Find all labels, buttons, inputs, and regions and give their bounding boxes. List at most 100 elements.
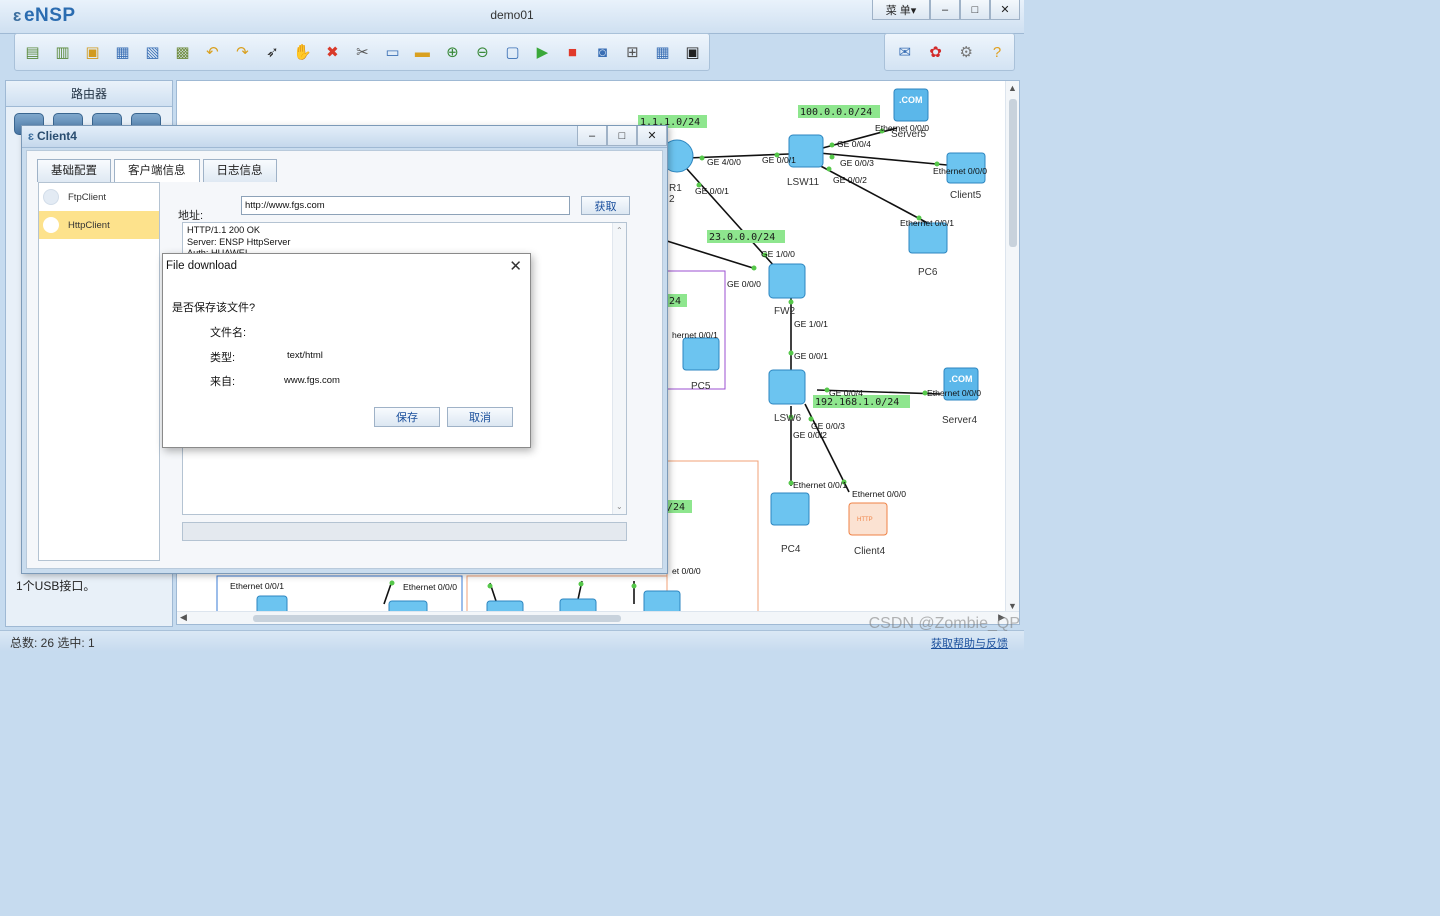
maximize-button[interactable]: □ (607, 126, 637, 146)
address-label: 地址: (178, 210, 204, 222)
fetch-button[interactable]: 获取 (581, 196, 630, 215)
help-icon[interactable]: ? (983, 38, 1011, 66)
response-scrollbar[interactable]: ⌃ ⌄ (612, 223, 626, 514)
scroll-left-icon[interactable]: ◀ (180, 612, 187, 623)
list-item-httpclient[interactable]: HttpClient (39, 211, 159, 239)
client4-titlebar[interactable]: ɛ Client4 – □ ✕ (22, 126, 667, 148)
undo-icon[interactable]: ↶ (199, 38, 226, 66)
svg-text:GE 0/0/4: GE 0/0/4 (829, 388, 863, 398)
minimize-button[interactable]: – (930, 0, 960, 20)
device-label: PC6 (918, 267, 938, 278)
pc4-device (770, 492, 810, 526)
pc5-device (682, 337, 720, 371)
delete-icon[interactable]: ✖ (319, 38, 346, 66)
huawei-icon[interactable]: ✿ (922, 38, 950, 66)
from-label: 来自: (210, 376, 236, 388)
zone-box-orange (666, 460, 759, 622)
terminal-icon[interactable]: ▣ (679, 38, 706, 66)
device-label: Client5 (950, 190, 982, 201)
help-feedback-link[interactable]: 获取帮助与反馈 (931, 635, 1008, 651)
scroll-thumb[interactable] (253, 615, 621, 622)
device-label: Client4 (854, 546, 886, 557)
client-type-list: FtpClient HttpClient (38, 182, 160, 561)
lsw6-device (768, 369, 806, 405)
select-pointer-icon[interactable]: ➶ (259, 38, 286, 66)
server5-device: .COM (893, 88, 929, 122)
save-button[interactable]: 保存 (374, 407, 440, 427)
tab-basic-config[interactable]: 基础配置 (37, 159, 111, 182)
from-value: www.fgs.com (284, 375, 340, 386)
tab-client-info[interactable]: 客户端信息 (114, 159, 200, 182)
svg-text:GE 0/0/4: GE 0/0/4 (837, 139, 871, 149)
svg-text:GE 0/0/0: GE 0/0/0 (727, 279, 761, 289)
svg-text:GE 1/0/0: GE 1/0/0 (761, 249, 795, 259)
network-label: 24 (669, 296, 681, 307)
scroll-up-icon[interactable]: ⌃ (616, 225, 623, 237)
settings-icon[interactable]: ⚙ (953, 38, 981, 66)
save-as-icon[interactable]: ▧ (139, 38, 166, 66)
new-file-icon[interactable]: ▥ (49, 38, 76, 66)
redo-icon[interactable]: ↷ (229, 38, 256, 66)
chat-icon[interactable]: ✉ (891, 38, 919, 66)
maximize-button[interactable]: □ (960, 0, 990, 20)
status-count: 总数: 26 选中: 1 (10, 636, 95, 650)
device-label: LSW6 (774, 413, 802, 424)
svg-text:GE 1/0/1: GE 1/0/1 (794, 319, 828, 329)
device-label: R1 (669, 183, 682, 194)
start-device-icon[interactable]: ▶ (529, 38, 556, 66)
scroll-down-icon[interactable]: ▼ (1008, 601, 1017, 611)
device-label: 2 (669, 194, 675, 205)
client-status-icon (43, 189, 59, 205)
capture-icon[interactable]: ◙ (589, 38, 616, 66)
cancel-button[interactable]: 取消 (447, 407, 513, 427)
close-button[interactable]: ✕ (637, 126, 667, 146)
open-icon[interactable]: ▣ (79, 38, 106, 66)
vertical-scrollbar[interactable]: ▲ ▼ (1005, 81, 1019, 613)
response-line: Server: ENSP HttpServer (187, 236, 291, 247)
svg-text:Ethernet 0/0/0: Ethernet 0/0/0 (927, 388, 981, 398)
svg-text:Ethernet 0/0/1: Ethernet 0/0/1 (230, 581, 284, 591)
list-item-ftpclient[interactable]: FtpClient (39, 183, 159, 211)
svg-text:hernet 0/0/1: hernet 0/0/1 (672, 330, 718, 340)
svg-text:Ethernet 0/0/1: Ethernet 0/0/1 (900, 218, 954, 228)
client-status-icon (43, 217, 59, 233)
network-label: 100.0.0.0/24 (800, 107, 872, 118)
stop-device-icon[interactable]: ■ (559, 38, 586, 66)
zoom-in-icon[interactable]: ⊕ (439, 38, 466, 66)
topology-layout-icon[interactable]: ⊞ (619, 38, 646, 66)
minimize-button[interactable]: – (577, 126, 607, 146)
svg-text:Ethernet 0/0/0: Ethernet 0/0/0 (875, 123, 929, 133)
address-input[interactable] (241, 196, 570, 215)
menu-button[interactable]: 菜 单▾ (872, 0, 930, 20)
network-label: /24 (667, 502, 685, 513)
svg-text:et 0/0/0: et 0/0/0 (672, 566, 701, 576)
close-icon[interactable]: ✕ (509, 257, 522, 275)
svg-text:HTTP: HTTP (857, 517, 873, 523)
device-label: PC4 (781, 544, 801, 555)
fit-view-icon[interactable]: ▢ (499, 38, 526, 66)
svg-text:Ethernet 0/0/0: Ethernet 0/0/0 (403, 582, 457, 592)
device-label: Server4 (942, 415, 977, 426)
scroll-down-icon[interactable]: ⌄ (616, 501, 623, 513)
file-download-dialog: File download ✕ 是否保存该文件? 文件名: 类型: text/h… (162, 253, 531, 448)
new-topology-icon[interactable]: ▤ (19, 38, 46, 66)
fw2-device (768, 263, 806, 299)
grid-icon[interactable]: ▦ (649, 38, 676, 66)
device-label: FW2 (774, 306, 796, 317)
scroll-up-icon[interactable]: ▲ (1008, 83, 1017, 93)
hand-pan-icon[interactable]: ✋ (289, 38, 316, 66)
window-controls: 菜 单▾ – □ ✕ (872, 0, 1020, 20)
save-icon[interactable]: ▦ (109, 38, 136, 66)
print-icon[interactable]: ▩ (169, 38, 196, 66)
svg-text:GE 0/0/1: GE 0/0/1 (762, 155, 796, 165)
close-button[interactable]: ✕ (990, 0, 1020, 20)
text-note-icon[interactable]: ▭ (379, 38, 406, 66)
response-line: HTTP/1.1 200 OK (187, 225, 261, 235)
rectangle-icon[interactable]: ▬ (409, 38, 436, 66)
svg-text:Ethernet 0/0/0: Ethernet 0/0/0 (852, 489, 906, 499)
delete-link-icon[interactable]: ✂ (349, 38, 376, 66)
scroll-thumb[interactable] (1009, 99, 1017, 247)
tab-log-info[interactable]: 日志信息 (202, 159, 277, 182)
zoom-out-icon[interactable]: ⊖ (469, 38, 496, 66)
client4-window-controls: – □ ✕ (577, 126, 667, 146)
